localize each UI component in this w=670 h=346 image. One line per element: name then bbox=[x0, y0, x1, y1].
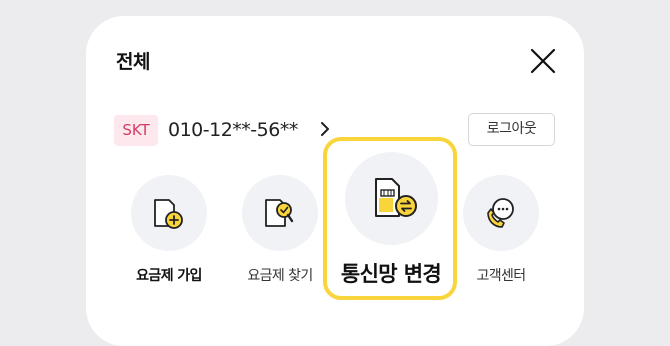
carrier-badge: SKT bbox=[114, 115, 158, 146]
plan-search-icon bbox=[265, 199, 294, 227]
menu-label: 통신망 변경 bbox=[340, 262, 442, 286]
plan-join-icon bbox=[154, 199, 183, 229]
menu-label: 요금제 찾기 bbox=[247, 268, 313, 284]
logout-button[interactable]: 로그아웃 bbox=[468, 113, 555, 146]
close-icon[interactable] bbox=[527, 45, 559, 77]
page-title: 전체 bbox=[116, 51, 150, 73]
chevron-right-icon[interactable] bbox=[319, 120, 331, 138]
customer-center-icon bbox=[487, 198, 514, 228]
phone-number[interactable]: 010-12**-56** bbox=[168, 117, 298, 143]
network-change-icon bbox=[375, 178, 417, 217]
menu-label: 요금제 가입 bbox=[136, 268, 202, 284]
menu-label: 고객센터 bbox=[476, 268, 526, 284]
